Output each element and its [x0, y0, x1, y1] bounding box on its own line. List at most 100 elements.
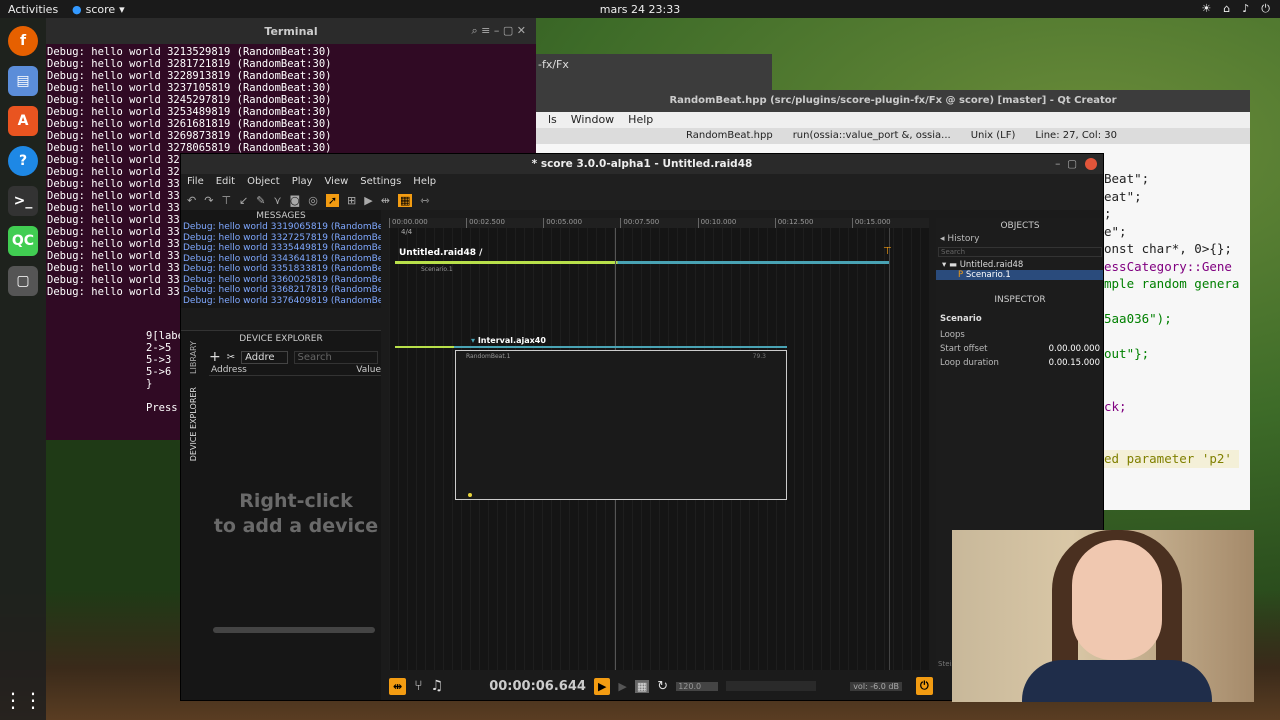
split-icon[interactable]: ⋎	[273, 194, 281, 207]
timeline-ruler[interactable]: 00:00.000 00:02.500 00:05.000 00:07.500 …	[389, 218, 929, 228]
menu-object[interactable]: Object	[247, 174, 280, 190]
score-titlebar[interactable]: * score 3.0.0-alpha1 - Untitled.raid48 – …	[181, 154, 1103, 174]
message-line: Debug: hello world 3351833819 (RandomBea…	[183, 264, 381, 274]
fx-window[interactable]: -fx/Fx	[536, 54, 772, 90]
random-beat-process[interactable]: RandomBeat.1 79.3	[455, 350, 787, 500]
software-icon[interactable]: A	[8, 106, 38, 136]
redo-icon[interactable]: ↷	[204, 194, 213, 207]
tree-root[interactable]: ▾ ▬ Untitled.raid48	[936, 260, 1103, 270]
volume-field[interactable]: vol: -6.0 dB	[850, 681, 902, 691]
terminal-titlebar[interactable]: Terminal ⌕ ≡ – ▢ ✕	[46, 18, 536, 44]
code-editor[interactable]: Beat"; eat"; ; e"; onst char*, 0>{}; ess…	[1104, 170, 1240, 468]
qt-menu-item[interactable]: Window	[571, 112, 614, 128]
menu-help[interactable]: Help	[413, 174, 436, 190]
qtcreator-menubar: ls Window Help	[536, 112, 1250, 128]
time-signature[interactable]: 4/4	[389, 228, 929, 236]
menu-view[interactable]: View	[325, 174, 349, 190]
qtcreator-icon[interactable]: QC	[8, 226, 38, 256]
webcam-overlay	[952, 530, 1254, 702]
window-icon[interactable]: ▢	[8, 266, 38, 296]
scissors-icon[interactable]: ✂	[227, 352, 235, 363]
webcam-person-face	[1072, 540, 1162, 660]
help-icon[interactable]: ?	[8, 146, 38, 176]
breadcrumb[interactable]: Untitled.raid48 /	[399, 248, 482, 258]
create-tool-icon[interactable]: ⊞	[347, 194, 356, 207]
terminal-icon[interactable]: >_	[8, 186, 38, 216]
message-line: Debug: hello world 3376409819 (RandomBea…	[183, 295, 381, 306]
record-icon[interactable]: ◎	[308, 194, 318, 207]
curve-icon[interactable]: ↙	[239, 194, 248, 207]
terminal-line: Debug: hello world 3213529819 (RandomBea…	[47, 46, 332, 58]
reinitialize-icon[interactable]: ↻	[657, 679, 668, 694]
device-table-header: Address Value	[209, 365, 381, 376]
horizontal-scrollbar[interactable]	[213, 627, 375, 633]
add-device-icon[interactable]: +	[209, 349, 221, 365]
state-trigger-icon[interactable]: ⊤	[883, 246, 892, 257]
play-button[interactable]: ▶	[593, 677, 611, 695]
camera-icon[interactable]: ◙	[290, 194, 301, 207]
messages-title: MESSAGES	[256, 211, 306, 221]
chevron-down-icon[interactable]: ▾	[471, 336, 478, 345]
qt-menu-item[interactable]: Help	[628, 112, 653, 128]
audio-engine-power-icon[interactable]: ⏻	[916, 677, 933, 695]
menu-play[interactable]: Play	[292, 174, 313, 190]
menu-file[interactable]: File	[187, 174, 204, 190]
inner-interval-bar[interactable]	[395, 346, 787, 348]
interval-label[interactable]: ▾ Interval.ajax40	[471, 336, 546, 345]
music-mode-icon[interactable]: ♫	[431, 678, 444, 694]
tempo-slider[interactable]	[726, 681, 817, 691]
start-offset-input[interactable]: 0.00.00.000	[1049, 344, 1100, 354]
window-controls[interactable]: – ▢	[1055, 154, 1077, 174]
search-input[interactable]: Search	[293, 350, 378, 364]
show-apps-icon[interactable]: ⋮⋮	[3, 688, 43, 712]
qtcreator-title[interactable]: RandomBeat.hpp (src/plugins/score-plugin…	[536, 90, 1250, 112]
sequence-icon[interactable]: ⊤	[221, 194, 231, 207]
address-select[interactable]: Addre	[241, 350, 288, 364]
play-global-button[interactable]: ▶	[618, 680, 626, 693]
column-address[interactable]: Address	[209, 365, 356, 375]
transport-tool-icon[interactable]: ⇹	[381, 194, 390, 207]
timeline-mode-button[interactable]: ⇹	[389, 677, 407, 695]
tree-item-scenario[interactable]: P Scenario.1	[936, 270, 1103, 280]
menu-settings[interactable]: Settings	[360, 174, 401, 190]
menu-edit[interactable]: Edit	[216, 174, 235, 190]
file-selector[interactable]: RandomBeat.hpp	[686, 128, 773, 144]
terminal-line: Debug: hello world 3261681819 (RandomBea…	[47, 118, 332, 130]
objects-search[interactable]: Search	[938, 247, 1102, 257]
function-selector[interactable]: run(ossia::value_port &, ossia...	[793, 128, 951, 144]
pen-icon[interactable]: ✎	[256, 194, 265, 207]
graph-mode-icon[interactable]: ⑂	[414, 678, 422, 694]
column-value[interactable]: Value	[356, 365, 381, 375]
ruler-tick: 00:07.500	[620, 218, 697, 228]
score-canvas[interactable]: 00:00.000 00:02.500 00:05.000 00:07.500 …	[389, 218, 929, 670]
device-explorer-tab[interactable]: DEVICE EXPLORER	[189, 387, 198, 461]
stop-button[interactable]: ▦	[634, 679, 650, 693]
clock[interactable]: mars 24 23:33	[600, 3, 680, 16]
qt-menu-item[interactable]: ls	[548, 112, 557, 128]
root-interval-bar[interactable]	[395, 261, 889, 264]
undo-icon[interactable]: ↶	[187, 194, 196, 207]
play-tool-icon[interactable]: ▶	[364, 194, 372, 207]
timebar-icon[interactable]: ⇿	[420, 194, 429, 207]
system-tray[interactable]: ☀ ⌂ ♪ ⏻	[1201, 2, 1270, 16]
loops-label[interactable]: Loops	[936, 328, 1103, 342]
scenario-label[interactable]: Scenario.1	[421, 266, 453, 273]
close-icon[interactable]	[1085, 158, 1097, 170]
loop-duration-input[interactable]: 0.00.15.000	[1049, 358, 1100, 368]
history-row[interactable]: ◂ History	[936, 234, 1103, 244]
files-icon[interactable]: ▤	[8, 66, 38, 96]
select-tool-icon[interactable]: ➚	[325, 193, 340, 207]
window-controls[interactable]: ⌕ ≡ – ▢ ✕	[472, 24, 526, 38]
activities-button[interactable]: Activities	[8, 3, 58, 16]
eol-selector[interactable]: Unix (LF)	[971, 128, 1016, 144]
library-tab[interactable]: LIBRARY	[189, 341, 198, 374]
message-line: Debug: hello world 3319065819 (RandomBea…	[183, 222, 381, 232]
firefox-icon[interactable]: f	[8, 26, 38, 56]
app-menu[interactable]: ● score ▾	[72, 3, 125, 16]
grid-tool-icon[interactable]: ▦	[397, 193, 413, 207]
brightness-icon: ☀	[1201, 2, 1212, 15]
process-node[interactable]	[468, 493, 472, 497]
tempo-field[interactable]: 120.0	[676, 681, 719, 691]
score-title: * score 3.0.0-alpha1 - Untitled.raid48	[531, 158, 753, 170]
